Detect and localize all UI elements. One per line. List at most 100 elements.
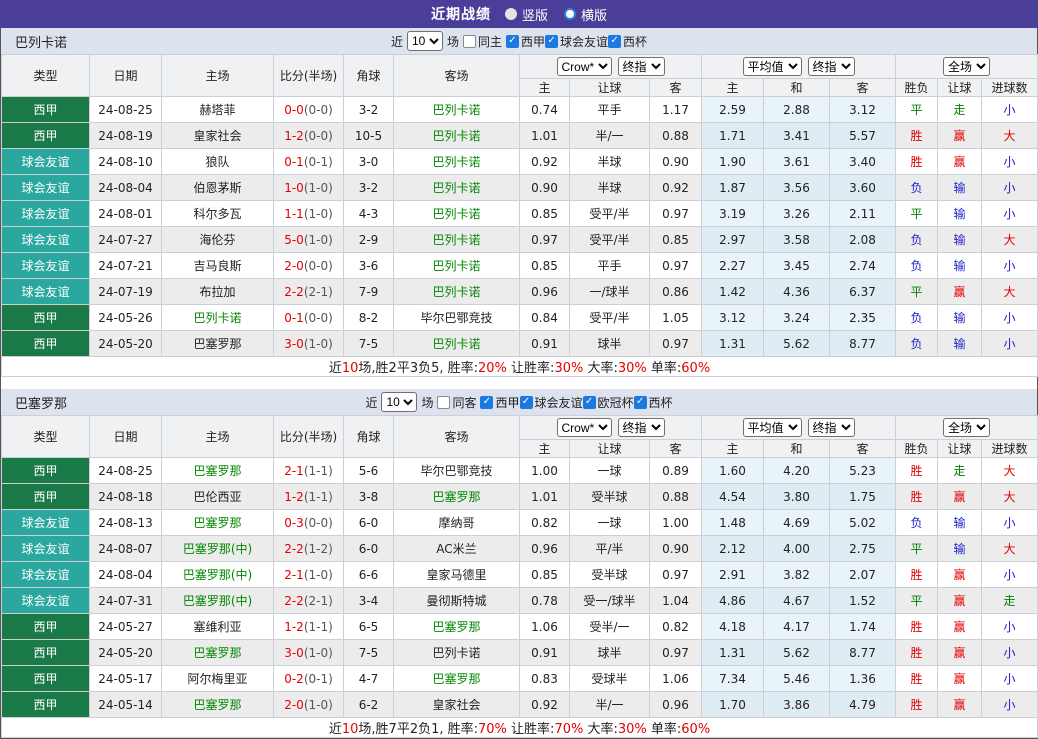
handicap-line-cell: 球半 — [570, 331, 650, 357]
result-verdict: 胜 — [911, 568, 923, 582]
away-team-name: 巴列卡诺 — [432, 233, 480, 247]
score-cell: 5-0(1-0) — [274, 227, 344, 253]
home-team-cell: 巴塞罗那(中) — [162, 536, 274, 562]
radio-horizontal-icon[interactable] — [564, 8, 576, 20]
league-filter-3[interactable]: ✓西杯 — [608, 33, 647, 50]
same-side-filter[interactable]: 同客 — [437, 394, 476, 411]
final-odds-select-1[interactable]: 终指 — [618, 418, 665, 437]
goals-result-cell: 小 — [982, 562, 1038, 588]
col-header-type: 类型 — [2, 416, 90, 458]
summary-text: 场,胜7平2负1, 胜率: — [358, 722, 478, 737]
handicap-verdict: 输 — [954, 207, 966, 221]
home-team-name: 海伦芬 — [199, 233, 235, 247]
score-cell: 2-1(1-1) — [274, 458, 344, 484]
match-count-select[interactable]: 10 — [381, 392, 417, 412]
away-team-cell: 巴列卡诺 — [394, 640, 520, 666]
avg-away-odds-cell: 2.11 — [830, 201, 896, 227]
checkbox-unchecked-icon[interactable] — [437, 396, 450, 409]
league-filter-2[interactable]: ✓球会友谊 — [545, 33, 608, 50]
handicap-verdict: 走 — [954, 103, 966, 117]
result-cell: 胜 — [896, 640, 938, 666]
checkbox-checked-icon[interactable]: ✓ — [480, 396, 493, 409]
league-filter-1[interactable]: ✓西甲 — [506, 33, 545, 50]
league-filter-3[interactable]: ✓欧冠杯 — [583, 394, 634, 411]
view-mode-vertical[interactable]: 竖版 — [505, 5, 548, 24]
goals-result-cell: 大 — [982, 279, 1038, 305]
away-team-name: 巴列卡诺 — [432, 285, 480, 299]
home-team-name: 巴塞罗那 — [193, 646, 241, 660]
home-team-cell: 布拉加 — [162, 279, 274, 305]
home-team-cell: 巴塞罗那 — [162, 458, 274, 484]
corner-cell: 3-4 — [344, 588, 394, 614]
avg-draw-odds-cell: 4.36 — [764, 279, 830, 305]
league-type-cell: 球会友谊 — [2, 588, 90, 614]
checkbox-checked-icon[interactable]: ✓ — [608, 35, 621, 48]
fulltime-score: 1-2 — [284, 620, 304, 634]
avg-away-odds-cell: 3.12 — [830, 97, 896, 123]
away-team-cell: 巴列卡诺 — [394, 149, 520, 175]
avg-dropdown-cell: 平均值终指 — [702, 55, 896, 79]
checkbox-checked-icon[interactable]: ✓ — [583, 396, 596, 409]
match-count-select[interactable]: 10 — [407, 31, 443, 51]
league-filter-1[interactable]: ✓西甲 — [480, 394, 519, 411]
fulltime-score: 2-1 — [284, 464, 304, 478]
radio-vertical-icon[interactable] — [505, 8, 517, 20]
checkbox-checked-icon[interactable]: ✓ — [545, 35, 558, 48]
summary-text: 让胜率: — [507, 722, 555, 737]
avg-away-odds-cell: 5.02 — [830, 510, 896, 536]
league-type-cell: 西甲 — [2, 458, 90, 484]
section-vallecano: 巴列卡诺 近 10 场 同主 ✓西甲✓球会友谊✓西杯 — [1, 28, 1037, 377]
handicap-line-cell: 平/半 — [570, 536, 650, 562]
average-select[interactable]: 平均值 — [743, 57, 802, 76]
goals-verdict: 小 — [1004, 698, 1016, 712]
final-odds-select-2[interactable]: 终指 — [808, 57, 855, 76]
goals-result-cell: 大 — [982, 123, 1038, 149]
full-match-select[interactable]: 全场 — [943, 418, 990, 437]
crow-home-odds-cell: 0.82 — [520, 510, 570, 536]
match-date-cell: 24-08-13 — [90, 510, 162, 536]
home-team-name: 伯恩茅斯 — [193, 181, 241, 195]
col-header-corner: 角球 — [344, 416, 394, 458]
avg-draw-odds-cell: 3.58 — [764, 227, 830, 253]
same-side-filter[interactable]: 同主 — [463, 33, 502, 50]
view-mode-horizontal[interactable]: 横版 — [564, 5, 607, 24]
full-match-select[interactable]: 全场 — [943, 57, 990, 76]
col-header-score: 比分(半场) — [274, 416, 344, 458]
final-odds-select-1[interactable]: 终指 — [618, 57, 665, 76]
final-odds-select-2[interactable]: 终指 — [808, 418, 855, 437]
bookmaker-select[interactable]: Crow* — [557, 418, 612, 437]
league-type-cell: 球会友谊 — [2, 510, 90, 536]
checkbox-checked-icon[interactable]: ✓ — [506, 35, 519, 48]
result-verdict: 负 — [911, 337, 923, 351]
radio-vertical-label: 竖版 — [522, 5, 548, 24]
home-team-cell: 巴伦西亚 — [162, 484, 274, 510]
checkbox-checked-icon[interactable]: ✓ — [520, 396, 533, 409]
home-team-cell: 巴塞罗那 — [162, 692, 274, 718]
crow-away-odds-cell: 1.04 — [650, 588, 702, 614]
crow-away-odds-cell: 0.97 — [650, 331, 702, 357]
handicap-verdict: 赢 — [954, 646, 966, 660]
checkbox-checked-icon[interactable]: ✓ — [634, 396, 647, 409]
league-filter-4[interactable]: ✓西杯 — [634, 394, 673, 411]
avg-draw-odds-cell: 5.46 — [764, 666, 830, 692]
league-filter-2[interactable]: ✓球会友谊 — [520, 394, 583, 411]
goals-result-cell: 小 — [982, 666, 1038, 692]
bookmaker-select[interactable]: Crow* — [557, 57, 612, 76]
handicap-verdict: 输 — [954, 181, 966, 195]
league-type-cell: 西甲 — [2, 666, 90, 692]
average-select[interactable]: 平均值 — [743, 418, 802, 437]
checkbox-unchecked-icon[interactable] — [463, 35, 476, 48]
league-type-cell: 球会友谊 — [2, 279, 90, 305]
crow-home-odds-cell: 1.06 — [520, 614, 570, 640]
avg-draw-odds-cell: 4.67 — [764, 588, 830, 614]
summary-stat-value: 10 — [342, 361, 359, 376]
goals-result-cell: 大 — [982, 536, 1038, 562]
fulltime-score: 3-0 — [284, 646, 304, 660]
home-team-name: 皇家社会 — [193, 129, 241, 143]
col-header-crow-away: 客 — [650, 440, 702, 458]
avg-draw-odds-cell: 3.24 — [764, 305, 830, 331]
avg-away-odds-cell: 2.08 — [830, 227, 896, 253]
handicap-result-cell: 赢 — [938, 588, 982, 614]
match-row: 西甲24-05-14巴塞罗那2-0(1-0)6-2皇家社会0.92半/一0.96… — [2, 692, 1038, 718]
summary-text: 让胜率: — [507, 361, 555, 376]
